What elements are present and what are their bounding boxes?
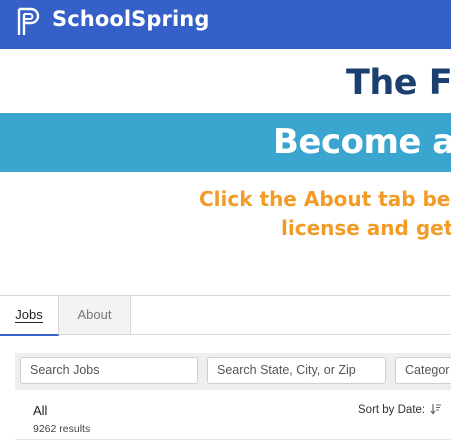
tab-about-label: About [77,307,112,322]
tab-bar: Jobs About [0,295,451,336]
promo-banner-subheadline: Become a [0,113,451,172]
tab-about[interactable]: About [59,296,131,334]
results-group-label: All [33,403,48,418]
promo-banner-callout: Click the About tab belo license and get… [0,172,451,294]
sort-by-date-button[interactable]: Sort by Date: [358,404,425,416]
location-search-input[interactable]: Search State, City, or Zip [207,357,386,384]
schoolspring-logo-icon[interactable] [16,6,44,38]
promo-banner-headline: The Fu [0,49,451,114]
results-count: 9262 results [33,423,91,435]
search-filter-bar: Search Jobs Search State, City, or Zip C… [15,353,451,390]
brand-name[interactable]: SchoolSpring [52,7,209,31]
tab-jobs-label: Jobs [15,307,43,323]
sort-descending-icon[interactable] [430,403,442,415]
category-select[interactable]: Categor [395,357,451,384]
results-summary: All 9262 results Sort by Date: [15,392,451,440]
banner-subheadline: Become a [273,122,451,162]
promo-text-line-2: license and get s [281,216,451,240]
tab-jobs[interactable]: Jobs [0,296,59,336]
top-header: SchoolSpring [0,0,451,49]
promo-text-line-1: Click the About tab belo [199,187,451,211]
search-jobs-input[interactable]: Search Jobs [20,357,198,384]
banner-headline: The Fu [346,63,451,103]
